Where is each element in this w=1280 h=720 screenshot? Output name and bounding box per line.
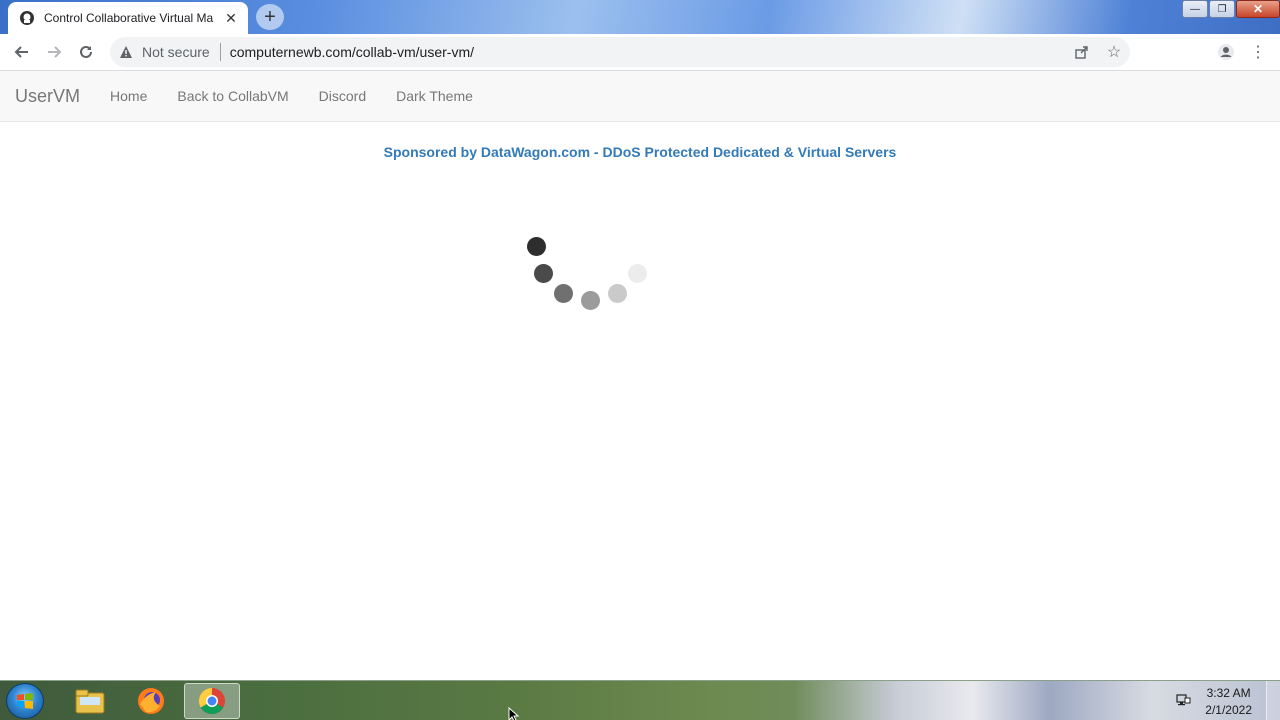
- reload-icon: [80, 45, 92, 58]
- chrome-button[interactable]: [184, 683, 240, 719]
- tab-title: Control Collaborative Virtual Ma: [44, 11, 214, 25]
- chrome-icon: [198, 687, 225, 715]
- address-bar[interactable]: Not secure computernewb.com/collab-vm/us…: [110, 37, 1130, 67]
- new-tab-button[interactable]: +: [256, 4, 284, 30]
- security-label[interactable]: Not secure: [142, 44, 210, 60]
- forward-button[interactable]: [38, 36, 70, 68]
- taskbar: 3:32 AM 2/1/2022: [0, 680, 1280, 720]
- back-arrow-icon: [14, 46, 28, 58]
- file-explorer-button[interactable]: [62, 683, 118, 719]
- browser-titlebar: Control Collaborative Virtual Ma ✕ + — ❐…: [0, 0, 1280, 34]
- forward-arrow-icon: [48, 46, 62, 58]
- sponsor-banner: Sponsored by DataWagon.com - DDoS Protec…: [0, 144, 1280, 160]
- warning-icon[interactable]: [118, 44, 134, 60]
- browser-toolbar: Not secure computernewb.com/collab-vm/us…: [0, 34, 1280, 71]
- firefox-button[interactable]: [123, 683, 179, 719]
- start-button[interactable]: [6, 683, 44, 719]
- window-close-button[interactable]: ✕: [1236, 0, 1280, 18]
- firefox-icon: [138, 688, 164, 714]
- file-explorer-icon: [75, 689, 105, 714]
- nav-home[interactable]: Home: [95, 88, 162, 104]
- spinner-dot: [534, 264, 553, 283]
- site-navbar: UserVM Home Back to CollabVM Discord Dar…: [0, 71, 1280, 122]
- share-icon[interactable]: [1066, 37, 1098, 67]
- profile-icon[interactable]: [1210, 36, 1242, 68]
- sponsor-link[interactable]: Sponsored by DataWagon.com - DDoS Protec…: [384, 144, 897, 160]
- system-tray: 3:32 AM 2/1/2022: [1175, 685, 1252, 719]
- spinner-dot: [554, 284, 573, 303]
- network-icon[interactable]: [1175, 692, 1191, 713]
- show-desktop-button[interactable]: [1266, 681, 1280, 720]
- close-tab-icon[interactable]: ✕: [222, 9, 240, 27]
- mouse-cursor-icon: [508, 707, 520, 720]
- spinner-dot: [527, 237, 546, 256]
- window-controls: — ❐ ✕: [1181, 0, 1280, 18]
- url-text[interactable]: computernewb.com/collab-vm/user-vm/: [230, 44, 474, 60]
- browser-tab[interactable]: Control Collaborative Virtual Ma ✕: [8, 2, 248, 34]
- bookmark-star-icon[interactable]: ☆: [1098, 37, 1130, 67]
- nav-back-to-collabvm[interactable]: Back to CollabVM: [162, 88, 303, 104]
- nav-dark-theme[interactable]: Dark Theme: [381, 88, 488, 104]
- clock-date: 2/1/2022: [1205, 703, 1252, 717]
- windows-logo-icon: [17, 693, 33, 709]
- restore-button[interactable]: ❐: [1209, 0, 1235, 18]
- browser-menu-icon[interactable]: ⋮: [1242, 36, 1274, 68]
- reload-button[interactable]: [70, 36, 102, 68]
- clock-time: 3:32 AM: [1206, 686, 1251, 700]
- spinner-dot: [608, 284, 627, 303]
- spinner-dot: [581, 291, 600, 310]
- address-separator: [219, 43, 221, 61]
- minimize-button[interactable]: —: [1182, 0, 1208, 18]
- collabvm-favicon-icon: [18, 9, 36, 27]
- spinner-dot: [628, 264, 647, 283]
- clock[interactable]: 3:32 AM 2/1/2022: [1205, 685, 1252, 719]
- back-button[interactable]: [6, 36, 38, 68]
- nav-discord[interactable]: Discord: [304, 88, 381, 104]
- navbar-brand[interactable]: UserVM: [15, 86, 80, 107]
